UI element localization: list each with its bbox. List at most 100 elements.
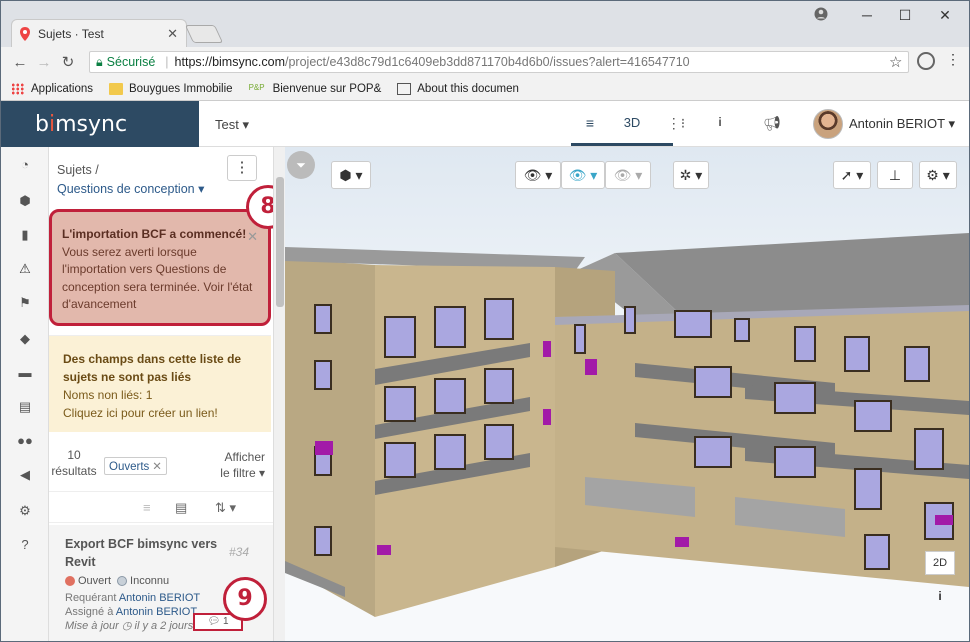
create-link[interactable]: Cliquez ici pour créer un lien! [63,406,218,420]
list-view-icon[interactable]: ≡ [575,115,605,131]
bookmarks-bar: Applications Bouygues Immobilie P&P Bienv… [1,77,969,101]
user-name: Antonin BERIOT ▾ [849,116,955,131]
3d-viewer[interactable]: ⏷ ⬢ ▾ 👁︎ ▾ 👁︎ ▾ 👁︎ ▾ ✲ ▾ ➚ ▾ ⊥ ⚙ ▾ 2D i [285,147,969,641]
pop-logo-icon: P&P [248,82,265,92]
show-filter-button[interactable]: Afficher le filtre ▾ [199,449,265,481]
url-host: https://bimsync.com [174,55,285,69]
tree-icon[interactable]: ⋮⁝ [661,115,691,132]
location-pin-icon [20,26,30,41]
cube-icon[interactable]: ⬢ [1,193,49,209]
status-label: Ouvert [78,575,112,587]
show-filter-label: Afficher [224,450,265,464]
bookmark-icon[interactable]: ▮ [1,227,49,243]
app-header: b i msync Test ▾ ≡ 3D ⋮⁝ i 📢︎ Antonin BERI… [1,101,969,147]
bimsync-logo[interactable]: b i msync [1,101,199,147]
profile-icon[interactable] [807,7,835,27]
project-selector[interactable]: Test ▾ [215,117,249,133]
viewer-info-button[interactable]: i [931,589,949,609]
bookmark-about[interactable]: About this documen [397,82,519,95]
remove-filter-icon[interactable]: ✕ [152,461,162,473]
tab-title: Sujets · Test [38,26,104,41]
reload-icon[interactable]: ↻ [57,53,79,71]
bookmark-label: Bouygues Immobilie [129,82,233,95]
requester-label: Requérant [65,592,119,604]
show-filter-label: le filtre ▾ [220,466,265,480]
flag-icon[interactable]: ⚑ [1,295,49,311]
bookmark-label: Bienvenue sur POP& [272,82,382,95]
users-icon[interactable]: ●● [1,433,49,448]
issue-title: Export BCF bimsync vers Revit [65,537,218,569]
lock-icon: 🔒︎ [96,54,103,69]
scrollbar-thumb[interactable] [276,177,284,307]
bookmark-apps[interactable]: Applications [11,82,94,95]
logo-text: b [35,111,49,137]
tab-3d[interactable]: 3D [617,115,647,130]
bookmark-label: About this documen [417,82,519,95]
announce-icon[interactable]: ◀ [1,467,49,483]
comment-count: 1 [222,616,229,627]
bookmark-bouygues[interactable]: Bouygues Immobilie [109,82,233,95]
bookmark-pop[interactable]: P&P Bienvenue sur POP& [249,83,382,95]
issue-list-selector[interactable]: Questions de conception ▾ [57,181,204,196]
priority-label: Inconnu [130,575,170,587]
url-field[interactable]: 🔒︎ Sécurisé | https://bimsync.com/projec… [89,51,909,73]
toggle-2d-button[interactable]: 2D [925,551,955,575]
bookmark-label: Applications [31,82,94,95]
detail-list-icon[interactable]: ▤ [175,500,187,516]
close-icon[interactable]: ✕ [247,228,258,246]
browser-window: Sujets · Test ✕ ─ ☐ ✕ ← → ↻ 🔒︎ Sécurisé … [0,0,970,642]
maximize-icon[interactable]: ☐ [891,7,919,27]
warning-icon[interactable]: ⚠ [1,261,49,277]
books-icon[interactable]: ▤ [1,399,49,415]
filter-chip-label: Ouverts [109,461,150,473]
issue-number: #34 [229,545,250,559]
logo-text: msync [55,111,128,137]
back-icon[interactable]: ← [9,54,31,71]
breadcrumb[interactable]: Sujets / [57,163,99,177]
user-menu[interactable]: Antonin BERIOT ▾ [813,109,955,139]
assignee-label: Assigné à [65,606,116,618]
settings-icon[interactable]: ⚙ [1,503,49,519]
folder-icon [109,82,124,95]
help-icon[interactable]: ? [1,537,49,552]
panel-scrollbar[interactable] [273,147,285,641]
comment-icon: 💬︎ [207,616,221,627]
result-count: 10 résultats [49,447,99,479]
callout-9: 9 [223,577,267,621]
folder-icon[interactable]: ▬ [1,365,49,380]
assignee-link[interactable]: Antonin BERIOT [116,606,197,618]
unlinked-fields-warning[interactable]: Des champs dans cette liste de sujets ne… [49,335,271,432]
new-tab-button[interactable] [184,25,224,43]
info-icon[interactable]: i [705,115,735,129]
extension-icon[interactable] [917,52,935,70]
list-toolbar: ≡ ▤ ⇅ ▾ [49,491,273,523]
issues-panel: Sujets / Questions de conception ▾ ⋮ L'i… [49,147,290,641]
dashboard-icon[interactable]: ◔ [1,157,49,172]
avatar [813,109,843,139]
forward-icon[interactable]: → [33,54,55,71]
close-window-icon[interactable]: ✕ [931,7,959,27]
result-count-number: 10 [67,448,81,462]
tags-icon[interactable]: ◆ [1,331,49,347]
close-tab-icon[interactable]: ✕ [167,26,178,42]
requester-link[interactable]: Antonin BERIOT [119,592,200,604]
address-bar: ← → ↻ 🔒︎ Sécurisé | https://bimsync.com /… [1,47,969,77]
bookmark-star-icon[interactable]: ☆ [889,53,902,71]
minimize-icon[interactable]: ─ [853,7,881,27]
side-icon-bar: ◔ ⬢ ▮ ⚠ ⚑ ◆ ▬ ▤ ●● ◀ ⚙ ? [1,147,49,641]
apps-grid-icon [11,82,25,95]
compact-list-icon[interactable]: ≡ [143,500,151,515]
warning-title: Des champs dans cette liste de sujets ne… [63,352,242,384]
warning-line: Noms non liés: 1 [63,388,153,402]
tab-bar: Sujets · Test ✕ ─ ☐ ✕ [1,1,969,47]
menu-icon[interactable]: ⋮ [939,51,967,71]
browser-tab[interactable]: Sujets · Test ✕ [11,19,187,47]
megaphone-icon[interactable]: 📢︎ [757,115,787,132]
bcf-import-alert: L'importation BCF a commencé! Vous serez… [49,209,271,326]
filter-chip-open[interactable]: Ouverts ✕ [104,457,167,475]
sort-icon[interactable]: ⇅ ▾ [215,500,236,516]
alert-title: L'importation BCF a commencé! [62,227,247,241]
alert-text: Vous serez averti lorsque l'importation … [62,244,253,312]
more-options-button[interactable]: ⋮ [227,155,257,181]
active-tab-indicator [571,143,673,146]
